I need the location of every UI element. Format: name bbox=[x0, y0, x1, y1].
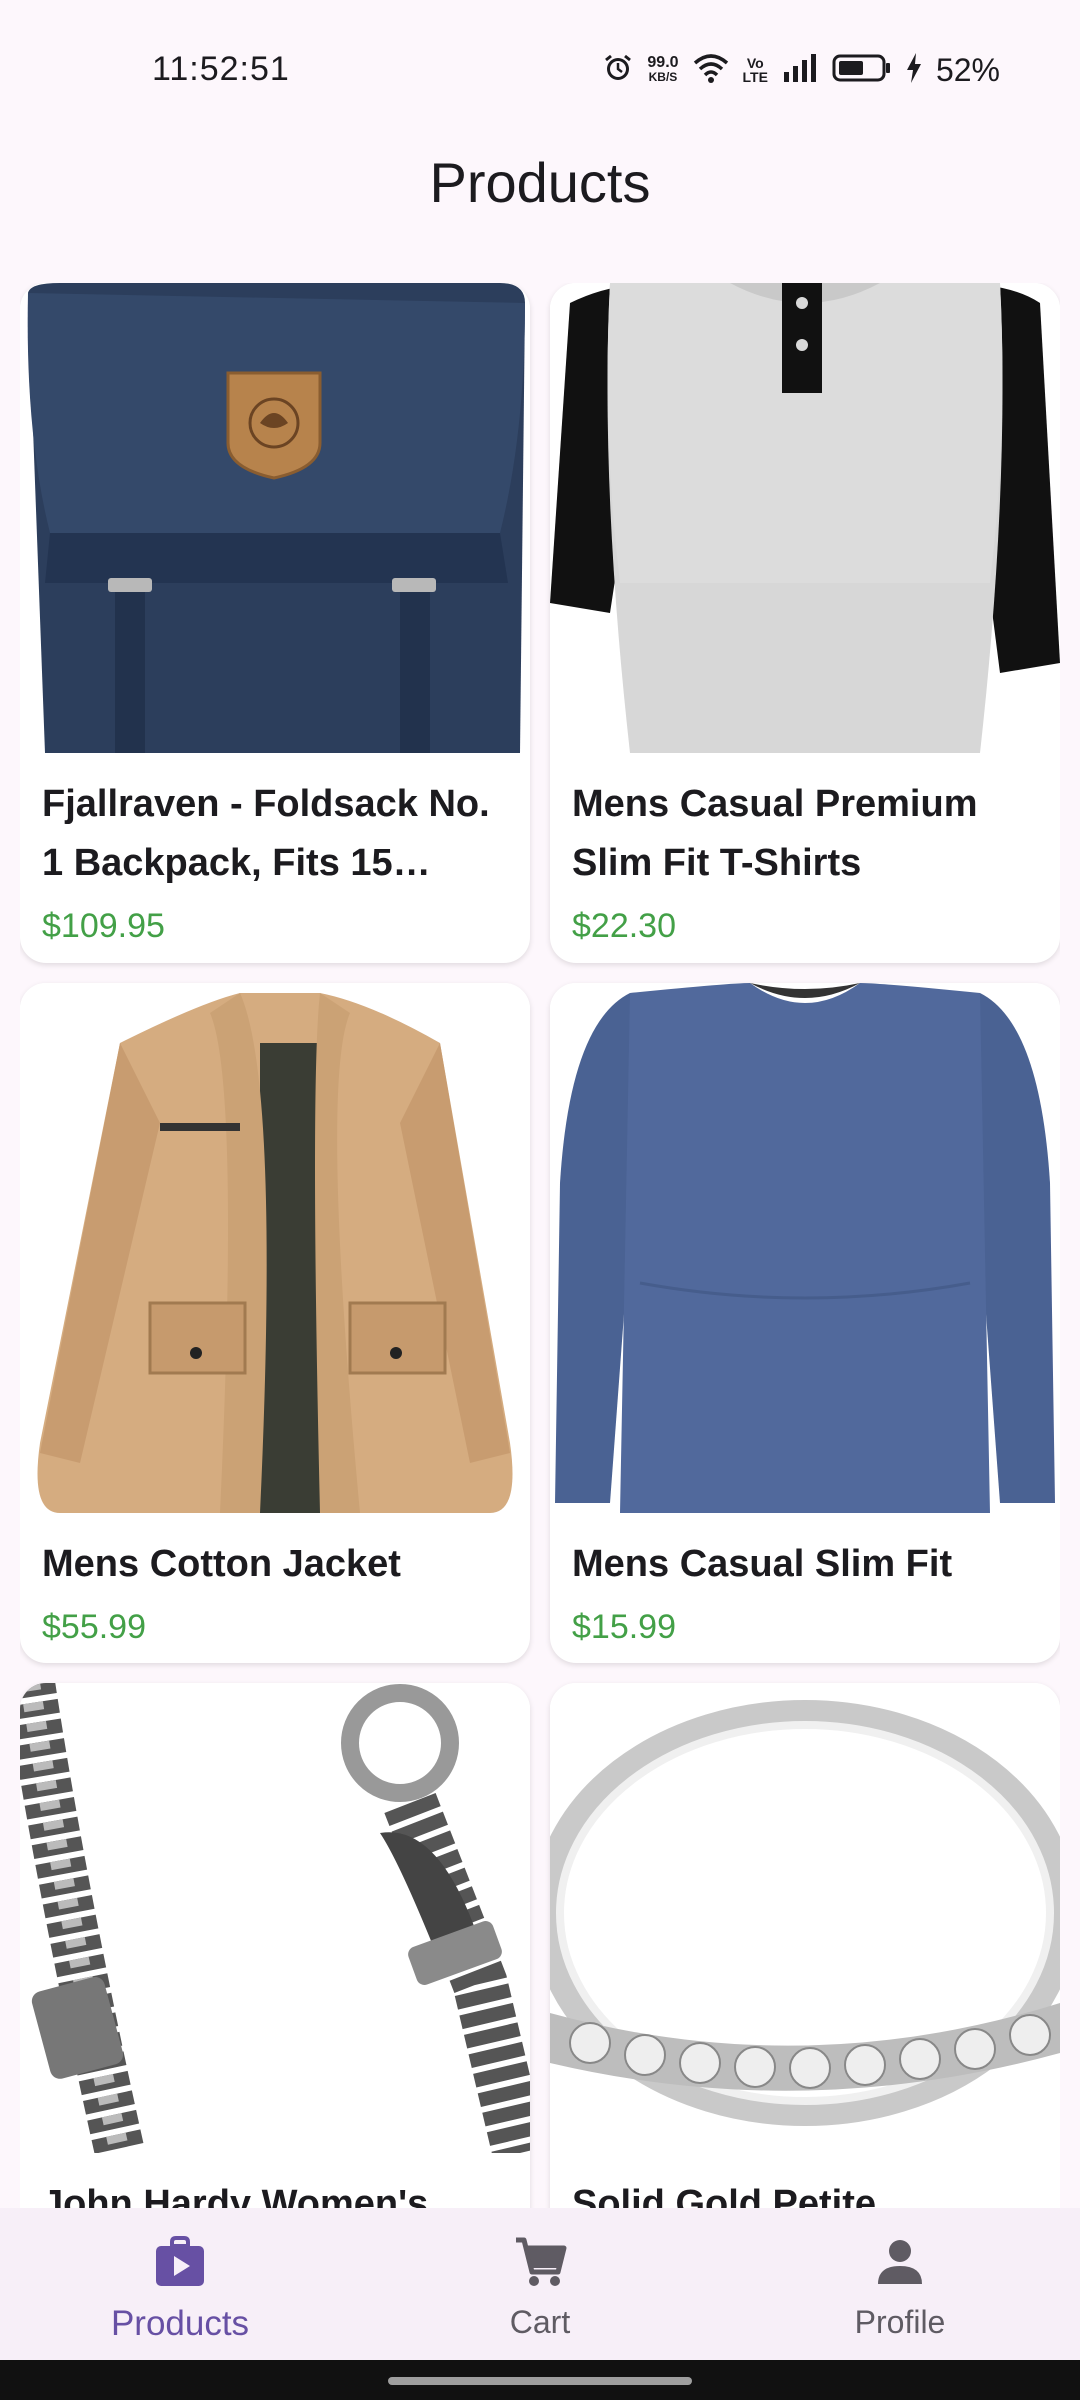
wifi-icon bbox=[693, 53, 729, 88]
battery-icon bbox=[832, 53, 892, 88]
net-speed-value: 99.0 bbox=[647, 54, 679, 71]
page-title: Products bbox=[429, 151, 651, 214]
jacket-image bbox=[20, 983, 530, 1513]
alarm-icon bbox=[603, 53, 633, 88]
person-icon bbox=[868, 2230, 932, 2294]
nav-label-products: Products bbox=[110, 2304, 250, 2343]
product-price: $15.99 bbox=[572, 1608, 676, 1646]
system-nav-bar bbox=[0, 2360, 1080, 2400]
product-title: John Hardy Women's bbox=[42, 2183, 429, 2208]
product-card[interactable]: Mens Cotton Jacket $55.99 bbox=[20, 983, 530, 1663]
product-price: $22.30 bbox=[572, 907, 676, 945]
product-title: Mens Cotton Jacket bbox=[42, 1543, 401, 1585]
nav-item-cart[interactable]: Cart bbox=[360, 2208, 720, 2360]
nav-item-profile[interactable]: Profile bbox=[720, 2208, 1080, 2360]
net-speed-unit: KB/S bbox=[648, 70, 678, 84]
longsleeve-image bbox=[550, 983, 1060, 1513]
backpack-image bbox=[20, 283, 530, 753]
signal-icon bbox=[782, 53, 818, 87]
product-grid[interactable]: Fjallraven - Foldsack No. 1 Backpack, Fi… bbox=[20, 283, 1060, 2208]
charging-icon bbox=[906, 52, 922, 88]
status-time: 11:52:51 bbox=[152, 50, 290, 88]
product-card[interactable]: Mens Casual Premium Slim Fit T-Shirts $2… bbox=[550, 283, 1060, 963]
product-card[interactable]: Solid Gold Petite bbox=[550, 1683, 1060, 2208]
volte-bottom: LTE bbox=[742, 69, 768, 85]
product-card[interactable]: Fjallraven - Foldsack No. 1 Backpack, Fi… bbox=[20, 283, 530, 963]
status-icons: 99.0 KB/S Vo LTE 52% bbox=[603, 50, 1000, 90]
bracelet-image bbox=[20, 1683, 530, 2153]
tshirt-image bbox=[550, 283, 1060, 753]
nav-label-profile: Profile bbox=[854, 2304, 946, 2340]
ring-image bbox=[550, 1683, 1060, 2153]
product-price: $55.99 bbox=[42, 1608, 146, 1646]
product-card[interactable]: John Hardy Women's bbox=[20, 1683, 530, 2208]
cart-icon bbox=[508, 2230, 572, 2294]
bottom-nav: Products Cart Profile bbox=[0, 2208, 1080, 2360]
volte-indicator: Vo LTE bbox=[743, 56, 768, 84]
product-price: $109.95 bbox=[42, 907, 165, 945]
product-title: Fjallraven - Foldsack No. 1 Backpack, Fi… bbox=[42, 783, 490, 884]
net-speed: 99.0 KB/S bbox=[647, 55, 678, 85]
nav-item-products[interactable]: Products bbox=[0, 2208, 360, 2360]
shopping-bag-icon bbox=[148, 2230, 212, 2294]
home-gesture-handle[interactable] bbox=[388, 2377, 692, 2385]
product-title: Solid Gold Petite bbox=[572, 2183, 877, 2208]
status-bar: 11:52:51 99.0 KB/S Vo LTE 52% bbox=[0, 0, 1080, 140]
product-title: Mens Casual Slim Fit bbox=[572, 1543, 953, 1585]
volte-top: Vo bbox=[746, 55, 764, 71]
product-title: Mens Casual Premium Slim Fit T-Shirts bbox=[572, 783, 978, 884]
nav-label-cart: Cart bbox=[509, 2304, 571, 2340]
battery-percent: 52% bbox=[935, 51, 1000, 88]
product-card[interactable]: Mens Casual Slim Fit $15.99 bbox=[550, 983, 1060, 1663]
